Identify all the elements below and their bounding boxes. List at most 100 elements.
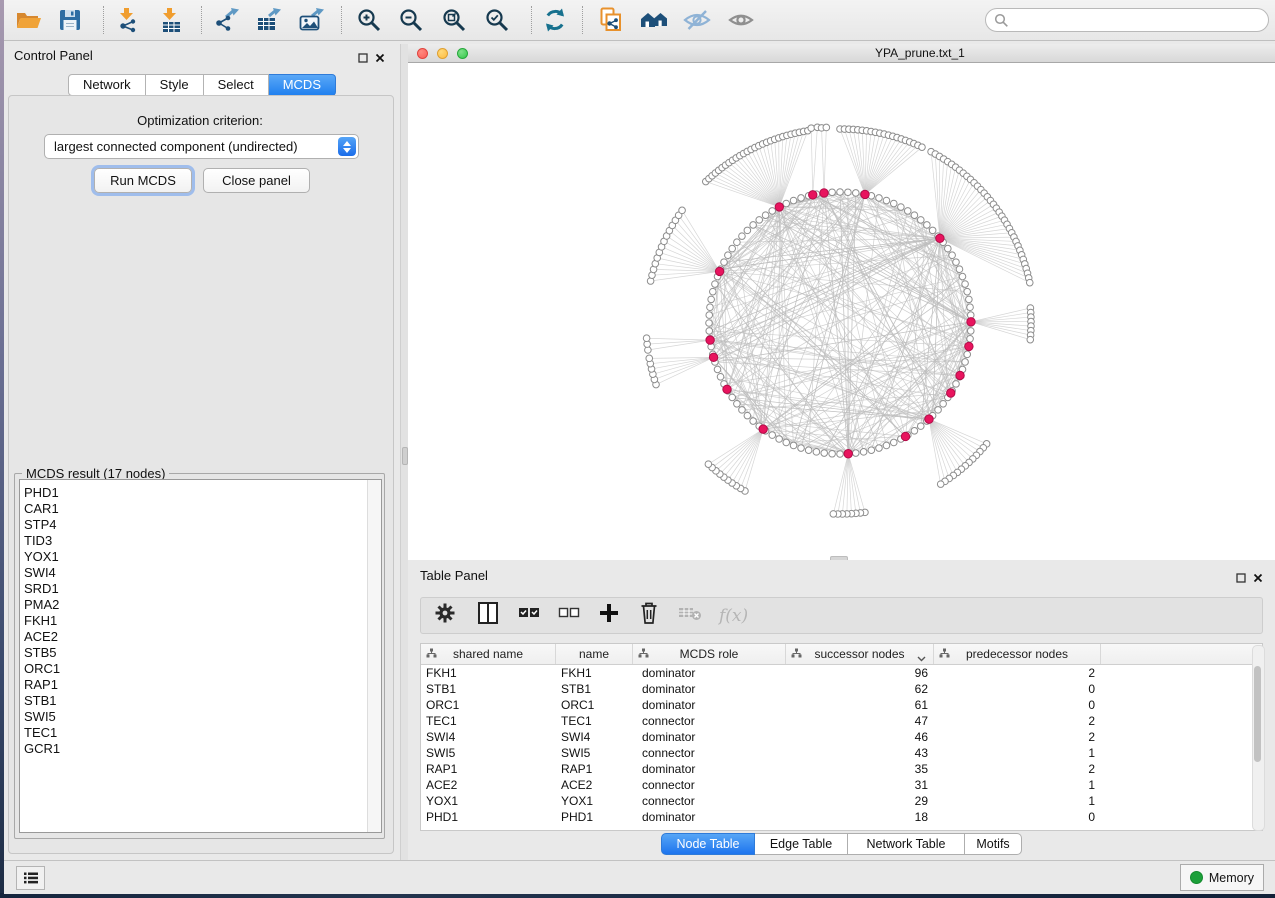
zoom-out-icon[interactable] <box>394 3 428 37</box>
mcds-result-item[interactable]: RAP1 <box>20 677 360 693</box>
open-file-icon[interactable] <box>11 3 45 37</box>
hide-eye-icon[interactable] <box>680 3 714 37</box>
mcds-list-scrollbar[interactable] <box>367 480 381 832</box>
table-row[interactable]: ACE2ACE2connector311 <box>421 777 1262 793</box>
tab-node-table[interactable]: Node Table <box>661 833 755 855</box>
task-history-button[interactable] <box>16 866 45 890</box>
save-session-icon[interactable] <box>53 3 87 37</box>
close-panel-button[interactable]: Close panel <box>203 168 310 193</box>
cell-successor_nodes: 35 <box>786 761 934 777</box>
delete-row-icon[interactable] <box>637 601 661 630</box>
table-row[interactable]: SWI5SWI5connector431 <box>421 745 1262 761</box>
table-row[interactable]: SWI4SWI4dominator462 <box>421 729 1262 745</box>
mcds-result-item[interactable]: SWI5 <box>20 709 360 725</box>
mcds-result-list[interactable]: PHD1CAR1STP4TID3YOX1SWI4SRD1PMA2FKH1ACE2… <box>19 479 382 833</box>
table-row[interactable]: STB1STB1dominator620 <box>421 681 1262 697</box>
add-row-icon[interactable] <box>597 601 621 630</box>
search-input[interactable] <box>1014 12 1248 28</box>
network-view[interactable] <box>408 63 1275 560</box>
close-panel-icon[interactable] <box>375 50 385 68</box>
zoom-fit-icon[interactable] <box>437 3 471 37</box>
cell-name: TEC1 <box>556 713 633 729</box>
node-table[interactable]: shared name name MCDS rolesuccessor nodesp… <box>420 643 1263 831</box>
delete-column-icon[interactable] <box>677 601 703 630</box>
tab-network-table[interactable]: Network Table <box>848 833 965 855</box>
mcds-result-item[interactable]: STB1 <box>20 693 360 709</box>
function-builder-icon[interactable]: f(x) <box>719 606 748 626</box>
tab-edge-table[interactable]: Edge Table <box>755 833 848 855</box>
close-panel-icon[interactable] <box>1253 570 1263 588</box>
mcds-result-item[interactable]: GCR1 <box>20 741 360 757</box>
cell-name: ACE2 <box>556 777 633 793</box>
column-header-name[interactable]: name <box>556 644 633 664</box>
show-columns-icon[interactable] <box>475 600 501 631</box>
tab-motifs[interactable]: Motifs <box>965 833 1022 855</box>
mcds-result-item[interactable]: TEC1 <box>20 725 360 741</box>
table-row[interactable]: RAP1RAP1dominator352 <box>421 761 1262 777</box>
mcds-result-item[interactable]: PHD1 <box>20 485 360 501</box>
mcds-result-item[interactable]: ACE2 <box>20 629 360 645</box>
column-header-predecessor-nodes[interactable]: predecessor nodes <box>934 644 1101 664</box>
mcds-result-item[interactable]: TID3 <box>20 533 360 549</box>
table-row[interactable]: ORC1ORC1dominator610 <box>421 697 1262 713</box>
mcds-result-item[interactable]: SWI4 <box>20 565 360 581</box>
tab-mcds[interactable]: MCDS <box>269 74 336 96</box>
sort-chevron-icon[interactable] <box>917 651 926 665</box>
network-canvas[interactable] <box>408 63 1275 560</box>
zoom-in-icon[interactable] <box>352 3 386 37</box>
refresh-view-icon[interactable] <box>538 3 572 37</box>
table-toolbar: f(x) <box>420 597 1263 634</box>
application-window: Control Panel NetworkStyleSelectMCDS Opt… <box>0 0 1275 898</box>
table-row[interactable]: PHD1PHD1dominator180 <box>421 809 1262 825</box>
mcds-result-item[interactable]: SRD1 <box>20 581 360 597</box>
mcds-result-item[interactable]: STP4 <box>20 517 360 533</box>
import-table-icon[interactable] <box>154 3 188 37</box>
window-minimize-icon[interactable] <box>437 48 448 59</box>
table-body: FKH1FKH1dominator962STB1STB1dominator620… <box>421 665 1262 825</box>
scrollbar-thumb[interactable] <box>1254 666 1261 762</box>
cell-shared_name: ORC1 <box>421 697 556 713</box>
table-scrollbar[interactable] <box>1252 645 1265 831</box>
export-network-icon[interactable] <box>209 3 243 37</box>
column-type-icon <box>791 648 802 662</box>
window-close-icon[interactable] <box>417 48 428 59</box>
mcds-result-item[interactable]: FKH1 <box>20 613 360 629</box>
window-zoom-icon[interactable] <box>457 48 468 59</box>
cell-predecessor_nodes: 1 <box>934 777 1101 793</box>
float-panel-icon[interactable] <box>358 50 368 68</box>
tab-style[interactable]: Style <box>146 74 204 96</box>
float-panel-icon[interactable] <box>1236 570 1246 588</box>
tab-network[interactable]: Network <box>68 74 146 96</box>
tab-select[interactable]: Select <box>204 74 269 96</box>
select-all-icon[interactable] <box>517 601 541 630</box>
column-header-successor-nodes[interactable]: successor nodes <box>786 644 934 664</box>
mcds-result-item[interactable]: STB5 <box>20 645 360 661</box>
export-image-icon[interactable] <box>294 3 328 37</box>
table-row[interactable]: FKH1FKH1dominator962 <box>421 665 1262 681</box>
column-header-mcds-role[interactable]: MCDS role <box>633 644 786 664</box>
network-window-titlebar[interactable]: YPA_prune.txt_1 <box>408 44 1275 63</box>
mcds-result-item[interactable]: YOX1 <box>20 549 360 565</box>
homes-icon[interactable] <box>637 3 671 37</box>
show-eye-icon[interactable] <box>724 3 758 37</box>
deselect-all-icon[interactable] <box>557 601 581 630</box>
search-box[interactable] <box>985 8 1269 32</box>
settings-icon[interactable] <box>431 599 459 632</box>
run-mcds-button[interactable]: Run MCDS <box>94 168 192 193</box>
cell-name: PHD1 <box>556 809 633 825</box>
table-row[interactable]: TEC1TEC1connector472 <box>421 713 1262 729</box>
import-network-icon[interactable] <box>111 3 145 37</box>
zoom-selected-icon[interactable] <box>480 3 514 37</box>
optimization-criterion-select[interactable]: largest connected component (undirected) <box>44 134 359 159</box>
table-row[interactable]: YOX1YOX1connector291 <box>421 793 1262 809</box>
memory-button[interactable]: Memory <box>1180 864 1264 891</box>
column-type-icon <box>939 648 950 662</box>
column-header-shared-name[interactable]: shared name <box>421 644 556 664</box>
status-bar: Memory <box>4 860 1275 894</box>
mcds-result-item[interactable]: CAR1 <box>20 501 360 517</box>
mcds-result-item[interactable]: ORC1 <box>20 661 360 677</box>
column-header-label: name <box>579 647 609 661</box>
duplicate-network-icon[interactable] <box>594 3 628 37</box>
mcds-result-item[interactable]: PMA2 <box>20 597 360 613</box>
export-table-icon[interactable] <box>251 3 285 37</box>
